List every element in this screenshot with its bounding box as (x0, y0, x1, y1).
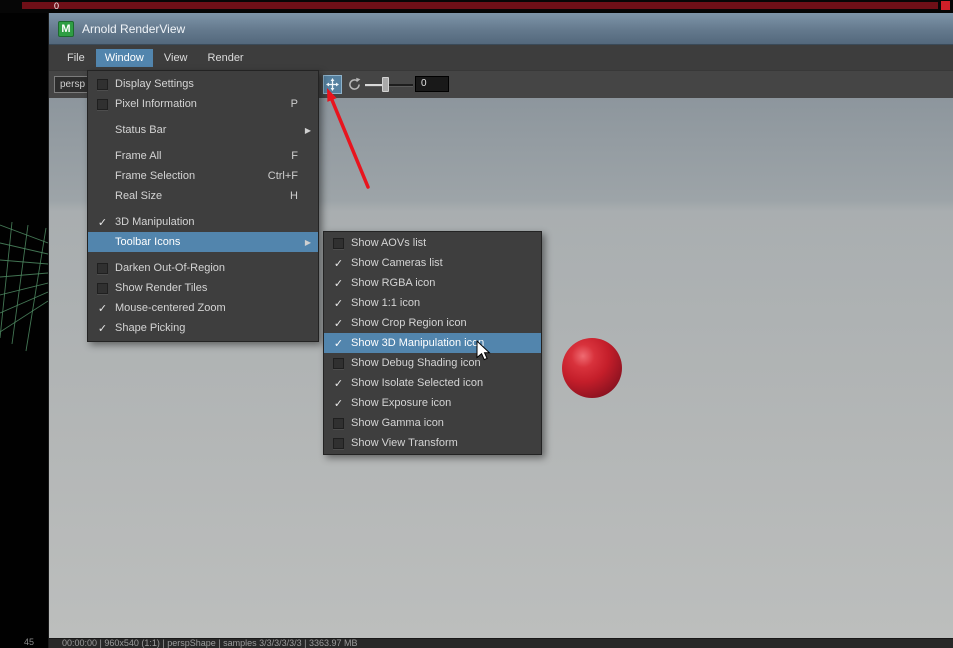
checkbox-unchecked-icon (97, 78, 108, 90)
submenu-item-show-gamma-icon[interactable]: Show Gamma icon (324, 413, 541, 433)
menu-shortcut: Ctrl+F (267, 170, 298, 182)
maya-top-strip: 0 (0, 0, 953, 13)
menubar-item-window[interactable]: Window (95, 48, 153, 67)
menu-shortcut: H (290, 190, 298, 202)
menu-item-3d-manipulation[interactable]: ✓ 3D Manipulation (88, 212, 318, 232)
menu-item-label: Show View Transform (351, 437, 458, 449)
menu-item-label: Shape Picking (115, 322, 186, 334)
refresh-toolbar-button[interactable] (347, 77, 362, 92)
submenu-item-show-view-transform[interactable]: Show View Transform (324, 433, 541, 453)
maya-app-icon: M (58, 20, 74, 37)
refresh-icon (349, 77, 361, 90)
checkbox-unchecked-icon (333, 417, 344, 429)
submenu-item-show-crop-region-icon[interactable]: ✓ Show Crop Region icon (324, 313, 541, 333)
menu-item-label: Show Cameras list (351, 257, 443, 269)
menu-item-real-size[interactable]: Real Size H (88, 186, 318, 206)
menu-item-show-render-tiles[interactable]: Show Render Tiles (88, 278, 318, 298)
timeline-frame-number: 45 (24, 637, 35, 647)
menubar-item-file[interactable]: File (58, 49, 94, 67)
menu-item-label: Frame Selection (115, 170, 196, 182)
checkbox-unchecked-icon (97, 262, 108, 274)
checkbox-unchecked-icon (333, 437, 344, 449)
submenu-item-show-aovs-list[interactable]: Show AOVs list (324, 233, 541, 253)
render-statusbar: 00:00:00 | 960x540 (1:1) | perspShape | … (49, 638, 953, 648)
viewport-grid-wireframe (0, 221, 48, 352)
submenu-item-show-cameras-list[interactable]: ✓ Show Cameras list (324, 253, 541, 273)
checkmark-icon: ✓ (333, 257, 344, 270)
menu-item-label: Darken Out-Of-Region (115, 262, 226, 274)
menu-item-label: Show 3D Manipulation icon (351, 337, 485, 349)
checkmark-icon: ✓ (333, 317, 344, 330)
menubar-item-view[interactable]: View (155, 49, 197, 67)
checkmark-icon: ✓ (333, 337, 344, 350)
menu-item-label: Show Debug Shading icon (351, 357, 481, 369)
menu-item-label: Real Size (115, 190, 163, 202)
submenu-arrow-icon: ▶ (304, 125, 311, 135)
menu-item-label: Pixel Information (115, 98, 197, 110)
menu-item-label: Frame All (115, 150, 162, 162)
menu-item-mouse-centered-zoom[interactable]: ✓ Mouse-centered Zoom (88, 298, 318, 318)
timeline-red-band (22, 2, 938, 9)
maya-viewport-strip: 45 (0, 13, 48, 648)
menubar: File Window View Render (49, 45, 953, 70)
exposure-value-field[interactable]: 0 (415, 76, 449, 92)
menu-item-label: Toolbar Icons (115, 236, 181, 248)
checkmark-icon: ✓ (97, 322, 108, 335)
render-stats-text: 00:00:00 | 960x540 (1:1) | perspShape | … (62, 638, 358, 648)
menu-item-frame-all[interactable]: Frame All F (88, 146, 318, 166)
exposure-slider-handle[interactable] (382, 77, 389, 92)
exposure-slider-fill (365, 84, 383, 86)
checkmark-icon: ✓ (333, 297, 344, 310)
menu-item-shape-picking[interactable]: ✓ Shape Picking (88, 318, 318, 338)
submenu-item-show-1-1-icon[interactable]: ✓ Show 1:1 icon (324, 293, 541, 313)
screen: 0 45 M Arnold RenderView File Window Vie… (0, 0, 953, 648)
menu-shortcut: F (291, 150, 298, 162)
3d-manipulation-toolbar-button[interactable] (323, 75, 342, 94)
window-menu: Display Settings Pixel Information P Sta… (87, 70, 319, 342)
checkmark-icon: ✓ (333, 277, 344, 290)
menu-item-label: Show Isolate Selected icon (351, 377, 484, 389)
rendered-red-sphere (562, 338, 622, 398)
submenu-item-show-isolate-selected-icon[interactable]: ✓ Show Isolate Selected icon (324, 373, 541, 393)
submenu-item-show-exposure-icon[interactable]: ✓ Show Exposure icon (324, 393, 541, 413)
menubar-item-render[interactable]: Render (199, 49, 253, 67)
titlebar[interactable]: M Arnold RenderView (49, 13, 953, 45)
menu-shortcut: P (290, 98, 298, 110)
menu-item-frame-selection[interactable]: Frame Selection Ctrl+F (88, 166, 318, 186)
menu-item-pixel-information[interactable]: Pixel Information P (88, 94, 318, 114)
menu-item-label: Show Crop Region icon (351, 317, 467, 329)
menu-item-label: Show Gamma icon (351, 417, 444, 429)
menu-item-label: Show Render Tiles (115, 282, 208, 294)
move-axes-icon (326, 78, 339, 91)
menu-item-label: Show Exposure icon (351, 397, 452, 409)
menu-item-label: Mouse-centered Zoom (115, 302, 226, 314)
submenu-item-show-3d-manipulation-icon[interactable]: ✓ Show 3D Manipulation icon (324, 333, 541, 353)
menu-item-display-settings[interactable]: Display Settings (88, 74, 318, 94)
submenu-arrow-icon: ▶ (304, 237, 311, 247)
submenu-item-show-debug-shading-icon[interactable]: Show Debug Shading icon (324, 353, 541, 373)
checkmark-icon: ✓ (97, 302, 108, 315)
checkmark-icon: ✓ (333, 397, 344, 410)
arnold-renderview-window: M Arnold RenderView File Window View Ren… (48, 13, 953, 648)
window-title: Arnold RenderView (82, 21, 186, 36)
menu-item-toolbar-icons[interactable]: Toolbar Icons ▶ (88, 232, 318, 252)
toolbar-icons-submenu: Show AOVs list ✓ Show Cameras list ✓ Sho… (323, 231, 542, 455)
checkbox-unchecked-icon (97, 282, 108, 294)
timeline-red-marker (941, 1, 950, 10)
checkbox-unchecked-icon (333, 237, 344, 249)
menu-item-label: 3D Manipulation (115, 216, 195, 228)
menu-item-label: Show AOVs list (351, 237, 427, 249)
menu-item-label: Display Settings (115, 78, 194, 90)
checkbox-unchecked-icon (333, 357, 344, 369)
checkmark-icon: ✓ (97, 216, 108, 229)
menu-item-darken-out-of-region[interactable]: Darken Out-Of-Region (88, 258, 318, 278)
menu-item-label: Show 1:1 icon (351, 297, 421, 309)
frame-start-label: 0 (54, 1, 60, 11)
checkbox-unchecked-icon (97, 98, 108, 110)
checkmark-icon: ✓ (333, 377, 344, 390)
submenu-item-show-rgba-icon[interactable]: ✓ Show RGBA icon (324, 273, 541, 293)
menu-item-label: Show RGBA icon (351, 277, 436, 289)
menu-item-label: Status Bar (115, 124, 167, 136)
menu-item-status-bar[interactable]: Status Bar ▶ (88, 120, 318, 140)
